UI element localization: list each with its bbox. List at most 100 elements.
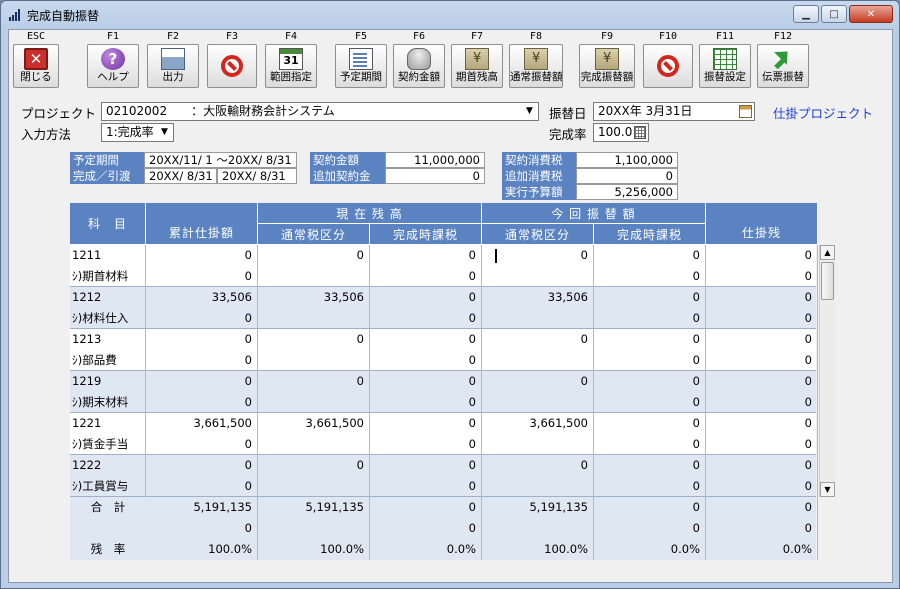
calendar-picker-icon[interactable] (739, 105, 752, 118)
f10-button[interactable]: F10 (643, 30, 693, 90)
wip-project-link[interactable]: 仕掛プロジェクト (773, 103, 873, 122)
wip-cell[interactable]: 0 (706, 455, 818, 476)
f3-button[interactable]: F3 (207, 30, 257, 90)
current-completion-cell[interactable]: 0 (370, 413, 482, 434)
transfer-completion-cell[interactable]: 0 (594, 350, 706, 371)
transfer-completion-cell[interactable]: 0 (594, 434, 706, 455)
current-completion-cell[interactable]: 0 (370, 392, 482, 413)
cumulative-cell[interactable]: 0 (146, 455, 258, 476)
completion-rate-field[interactable]: 100.0 (593, 123, 649, 142)
table-row[interactable]: 1212 ｼ)材料仕入 33,506 0 33,506 0 0 33,506 0 0 0 0 (70, 287, 818, 329)
account-name[interactable]: ｼ)部品費 (72, 350, 146, 371)
current-completion-cell[interactable]: 0 (370, 371, 482, 392)
transfer-normal-cell[interactable]: 0 (482, 455, 594, 497)
wip-cell[interactable]: 0 (706, 476, 818, 497)
transfer-normal-cell[interactable]: 0 (482, 371, 594, 413)
cumulative-cell[interactable]: 0 (146, 434, 258, 455)
account-code[interactable]: 1212 (72, 287, 146, 308)
transfer-completion-cell[interactable]: 0 (594, 287, 706, 308)
cumulative-cell[interactable]: 0 (146, 245, 258, 266)
current-normal-cell[interactable]: 33,506 (258, 287, 370, 329)
account-code[interactable]: 1213 (72, 329, 146, 350)
current-normal-cell[interactable]: 0 (258, 329, 370, 371)
maximize-button[interactable]: □ (821, 5, 847, 23)
account-name[interactable]: ｼ)期末材料 (72, 392, 146, 413)
f4-range-button[interactable]: F4 31 範囲指定 (265, 30, 317, 90)
cumulative-cell[interactable]: 0 (146, 371, 258, 392)
cumulative-cell[interactable]: 33,506 (146, 287, 258, 308)
cumulative-cell[interactable]: 3,661,500 (146, 413, 258, 434)
title-bar[interactable]: 完成自動振替 ▁ □ ✕ (1, 1, 899, 27)
cumulative-cell[interactable]: 0 (146, 308, 258, 329)
account-code[interactable]: 1221 (72, 413, 146, 434)
account-code[interactable]: 1219 (72, 371, 146, 392)
current-normal-cell[interactable]: 0 (258, 371, 370, 413)
transfer-completion-cell[interactable]: 0 (594, 245, 706, 266)
cumulative-cell[interactable]: 0 (146, 476, 258, 497)
f2-output-button[interactable]: F2 出力 (147, 30, 199, 90)
f9-completion-transfer-button[interactable]: F9 完成振替額 (579, 30, 635, 90)
transfer-normal-cell[interactable]: 0 (482, 329, 594, 371)
account-name[interactable]: ｼ)賃金手当 (72, 434, 146, 455)
wip-cell[interactable]: 0 (706, 245, 818, 266)
cumulative-cell[interactable]: 0 (146, 266, 258, 287)
current-normal-cell[interactable]: 0 (258, 455, 370, 497)
f11-transfer-settings-button[interactable]: F11 振替設定 (699, 30, 751, 90)
input-method-select[interactable]: 1:完成率 ▼ (101, 123, 174, 142)
close-button[interactable]: ✕ (849, 5, 893, 23)
wip-cell[interactable]: 0 (706, 371, 818, 392)
account-name[interactable]: ｼ)材料仕入 (72, 308, 146, 329)
transfer-completion-cell[interactable]: 0 (594, 371, 706, 392)
wip-cell[interactable]: 0 (706, 329, 818, 350)
calculator-icon[interactable] (634, 126, 646, 139)
wip-cell[interactable]: 0 (706, 287, 818, 308)
table-row[interactable]: 1219 ｼ)期末材料 0 0 0 0 0 0 0 0 0 0 (70, 371, 818, 413)
transfer-completion-cell[interactable]: 0 (594, 392, 706, 413)
f1-help-button[interactable]: F1 ? ヘルプ (87, 30, 139, 90)
current-completion-cell[interactable]: 0 (370, 434, 482, 455)
current-completion-cell[interactable]: 0 (370, 308, 482, 329)
current-completion-cell[interactable]: 0 (370, 350, 482, 371)
account-name[interactable]: ｼ)工員賞与 (72, 476, 146, 497)
current-completion-cell[interactable]: 0 (370, 245, 482, 266)
f7-opening-balance-button[interactable]: F7 期首残高 (451, 30, 503, 90)
wip-cell[interactable]: 0 (706, 413, 818, 434)
current-completion-cell[interactable]: 0 (370, 455, 482, 476)
cumulative-cell[interactable]: 0 (146, 329, 258, 350)
current-completion-cell[interactable]: 0 (370, 476, 482, 497)
account-name[interactable]: ｼ)期首材料 (72, 266, 146, 287)
account-code[interactable]: 1222 (72, 455, 146, 476)
transfer-completion-cell[interactable]: 0 (594, 329, 706, 350)
wip-cell[interactable]: 0 (706, 350, 818, 371)
scroll-down-icon[interactable]: ▼ (820, 482, 835, 497)
scroll-thumb[interactable] (821, 262, 834, 300)
vertical-scrollbar[interactable]: ▲ ▼ (819, 245, 835, 497)
wip-cell[interactable]: 0 (706, 434, 818, 455)
current-completion-cell[interactable]: 0 (370, 266, 482, 287)
transfer-completion-cell[interactable]: 0 (594, 266, 706, 287)
transfer-normal-cell[interactable]: 0 (482, 245, 594, 287)
transfer-completion-cell[interactable]: 0 (594, 476, 706, 497)
minimize-button[interactable]: ▁ (793, 5, 819, 23)
transfer-completion-cell[interactable]: 0 (594, 455, 706, 476)
wip-cell[interactable]: 0 (706, 392, 818, 413)
current-normal-cell[interactable]: 0 (258, 245, 370, 287)
transfer-completion-cell[interactable]: 0 (594, 308, 706, 329)
scroll-up-icon[interactable]: ▲ (820, 245, 835, 260)
current-normal-cell[interactable]: 3,661,500 (258, 413, 370, 455)
cumulative-cell[interactable]: 0 (146, 350, 258, 371)
project-select[interactable]: 02102002 ：大阪輸財務会計システム ▼ (101, 102, 539, 121)
table-row[interactable]: 1221 ｼ)賃金手当 3,661,500 0 3,661,500 0 0 3,661,500… (70, 413, 818, 455)
f8-normal-transfer-button[interactable]: F8 通常振替額 (509, 30, 563, 90)
cumulative-cell[interactable]: 0 (146, 392, 258, 413)
f5-planned-period-button[interactable]: F5 予定期間 (335, 30, 387, 90)
transfer-completion-cell[interactable]: 0 (594, 413, 706, 434)
current-completion-cell[interactable]: 0 (370, 329, 482, 350)
transfer-normal-cell[interactable]: 33,506 (482, 287, 594, 329)
wip-cell[interactable]: 0 (706, 308, 818, 329)
current-completion-cell[interactable]: 0 (370, 287, 482, 308)
f6-contract-amount-button[interactable]: F6 契約金額 (393, 30, 445, 90)
transfer-normal-cell[interactable]: 3,661,500 (482, 413, 594, 455)
f12-voucher-transfer-button[interactable]: F12 伝票振替 (757, 30, 809, 90)
wip-cell[interactable]: 0 (706, 266, 818, 287)
